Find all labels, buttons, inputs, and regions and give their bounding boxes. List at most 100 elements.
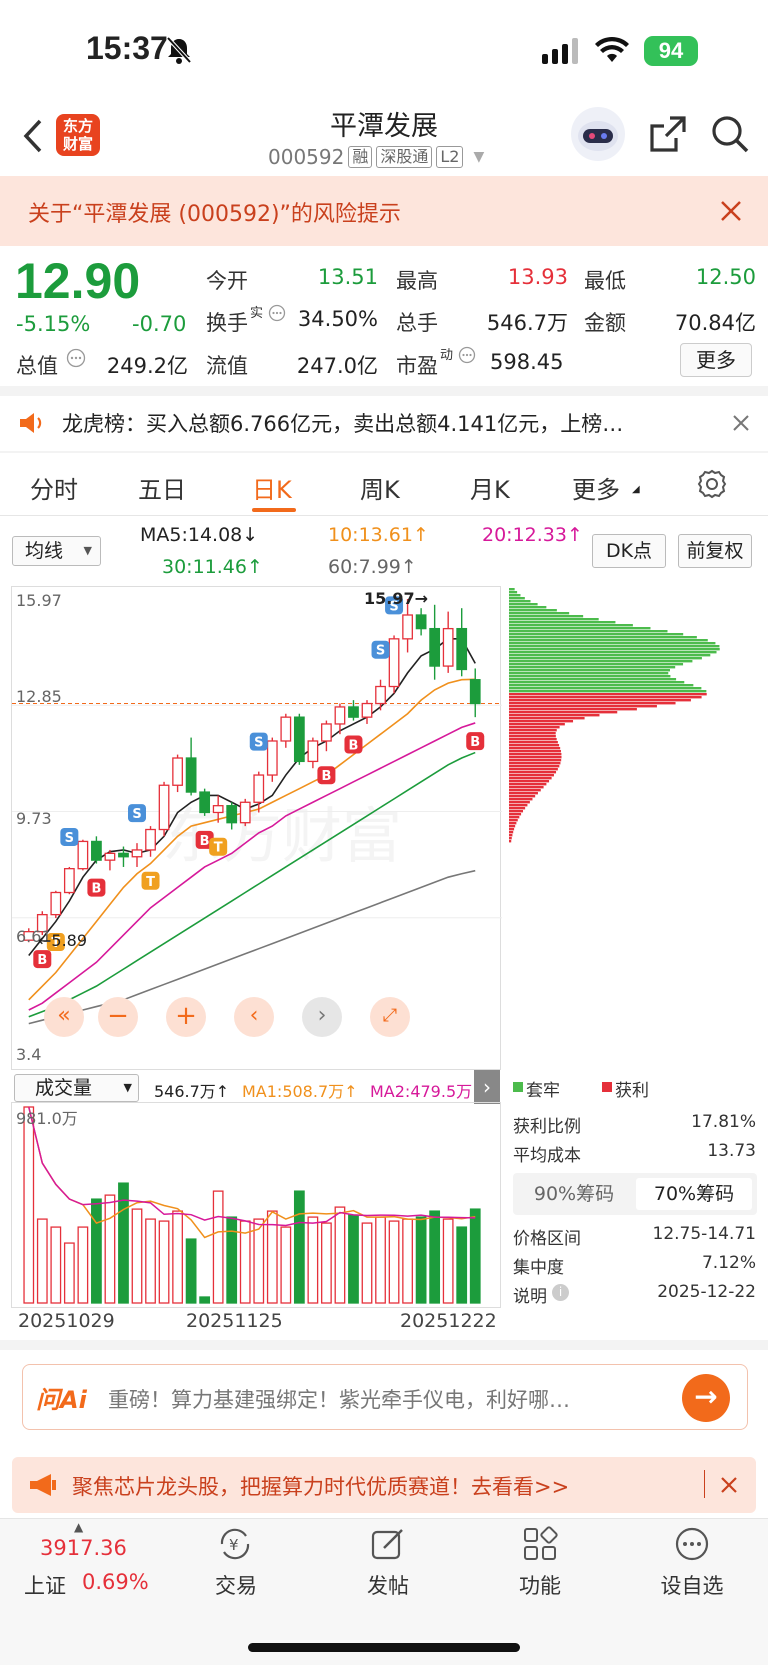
chip-bar xyxy=(509,645,720,648)
kline-chart[interactable]: 东方财富 BTSBSTBTSBBSSB 15.97 12.85 9.73 6.6… xyxy=(11,586,502,1070)
signal-letter: T xyxy=(214,841,223,856)
signal-marker-b: B xyxy=(344,735,363,754)
chip-bar xyxy=(509,600,531,603)
volume-indicator-select[interactable]: 成交量 ▼ xyxy=(14,1074,139,1102)
robot-avatar-icon[interactable] xyxy=(570,106,626,166)
nav-trade[interactable]: 交易 xyxy=(196,1570,276,1600)
zoom-in-icon[interactable]: + xyxy=(166,997,206,1037)
search-icon[interactable] xyxy=(710,114,750,158)
next-icon[interactable]: › xyxy=(302,997,342,1037)
chip-bar xyxy=(509,744,560,747)
tab-weekly-k[interactable]: 周K xyxy=(360,470,400,505)
volume-bar xyxy=(456,1226,468,1304)
signal-letter: S xyxy=(65,831,74,846)
close-icon[interactable] xyxy=(720,200,742,226)
dragon-tiger-text[interactable]: 龙虎榜：买入总额6.766亿元，卖出总额4.141亿元，上榜… xyxy=(62,408,623,438)
edit-post-icon[interactable] xyxy=(370,1526,406,1566)
avg-cost-label: 平均成本 xyxy=(513,1146,581,1166)
chip-bar xyxy=(509,708,637,711)
turnover-value: 34.50% xyxy=(297,307,378,331)
info-dots-icon[interactable] xyxy=(458,346,476,368)
nav-post[interactable]: 发帖 xyxy=(348,1570,428,1600)
signal-letter: S xyxy=(254,736,263,751)
chip-bar xyxy=(509,588,515,591)
zoom-out-icon[interactable]: − xyxy=(98,997,138,1037)
more-button[interactable]: 更多 xyxy=(680,343,752,377)
volume-bar xyxy=(172,1210,183,1304)
chip-bar xyxy=(509,798,533,801)
float-value: 247.0亿 xyxy=(296,354,378,378)
chip-bar xyxy=(509,687,702,690)
chip-tab-70[interactable]: 70%筹码 xyxy=(636,1178,752,1210)
volume-bar xyxy=(199,1296,211,1304)
info-dots-icon[interactable] xyxy=(66,348,86,372)
chip-bar xyxy=(509,621,616,624)
volume-bar xyxy=(402,1218,413,1304)
chip-bar xyxy=(509,804,528,807)
tab-daily-k[interactable]: 日K xyxy=(252,470,292,505)
svg-text:¥: ¥ xyxy=(229,1536,239,1554)
promo-text[interactable]: 聚焦芯片龙头股，把握算力时代优质赛道！去看看>> xyxy=(72,1471,569,1501)
chip-bar xyxy=(509,690,707,693)
scroll-start-icon[interactable]: « xyxy=(44,997,84,1037)
candle-body xyxy=(118,852,129,858)
close-icon[interactable] xyxy=(732,414,750,436)
max-price-marker: 15.97→ xyxy=(364,589,429,608)
more-dots-icon[interactable] xyxy=(674,1526,710,1566)
dk-point-button[interactable]: DK点 xyxy=(592,534,666,568)
index-value[interactable]: 3917.36 xyxy=(40,1536,127,1560)
adjust-button[interactable]: 前复权 xyxy=(678,534,752,568)
chip-bar xyxy=(509,636,697,639)
open-value: 13.51 xyxy=(317,265,378,289)
grid-function-icon[interactable] xyxy=(522,1526,558,1566)
prev-icon[interactable]: ‹ xyxy=(234,997,274,1037)
share-icon[interactable] xyxy=(648,114,688,158)
nav-function[interactable]: 功能 xyxy=(500,1570,580,1600)
volume-bar xyxy=(348,1214,359,1304)
chip-bar xyxy=(509,639,708,642)
nav-watchlist[interactable]: 设自选 xyxy=(652,1570,732,1600)
caret-icon: ◢ xyxy=(632,484,640,495)
chip-bar xyxy=(509,768,558,771)
high-label: 最高 xyxy=(396,269,438,293)
volume-bar xyxy=(415,1216,427,1304)
volume-ma2-label: MA2:479.5万 xyxy=(370,1082,473,1101)
signal-letter: B xyxy=(349,739,359,754)
tab-more[interactable]: 更多 xyxy=(572,470,620,505)
chip-bar xyxy=(509,783,547,786)
chip-bar xyxy=(509,609,557,612)
candle-body xyxy=(266,740,278,776)
profit-ratio-value: 17.81% xyxy=(691,1112,756,1132)
risk-banner-text[interactable]: 关于“平潭发展 (000592)”的风险提示 xyxy=(28,196,401,228)
chevron-down-icon[interactable]: ▼ xyxy=(473,149,484,165)
date-mid: 20251125 xyxy=(186,1310,283,1332)
close-icon[interactable] xyxy=(720,1476,738,1498)
index-change[interactable]: 0.69% xyxy=(82,1570,149,1594)
info-dots-icon[interactable] xyxy=(268,304,286,326)
tab-monthly-k[interactable]: 月K xyxy=(470,470,510,505)
indicator-select[interactable]: 均线 ▼ xyxy=(12,536,101,566)
price-axis-mid2: 9.73 xyxy=(16,809,52,828)
chip-bar xyxy=(509,693,707,696)
chip-bar xyxy=(509,594,521,597)
section-divider xyxy=(0,515,768,516)
tab-intraday[interactable]: 分时 xyxy=(30,470,78,505)
chip-tab-90[interactable]: 90%筹码 xyxy=(516,1178,632,1210)
signal-marker-b: B xyxy=(33,950,52,969)
chip-bar xyxy=(509,720,574,723)
expand-icon[interactable]: ⤢ xyxy=(370,997,410,1037)
chip-bar xyxy=(509,660,693,663)
avg-cost-value: 13.73 xyxy=(707,1141,756,1161)
volume-bar xyxy=(469,1208,481,1304)
candle-body xyxy=(334,706,346,725)
ai-search-text[interactable]: 重磅！算力基建强绑定！紫光牵手仪电，利好哪… xyxy=(108,1384,570,1414)
indicator-select-label: 均线 xyxy=(25,540,64,562)
gear-icon[interactable] xyxy=(696,468,728,504)
trade-icon[interactable]: ¥ xyxy=(216,1526,254,1566)
info-icon[interactable]: i xyxy=(552,1284,569,1301)
index-name[interactable]: 上证 xyxy=(24,1570,66,1600)
chevron-right-icon[interactable]: › xyxy=(474,1070,500,1104)
tab-five-day[interactable]: 五日 xyxy=(138,470,186,505)
arrow-right-icon[interactable]: → xyxy=(682,1374,730,1422)
legend-swatch-profit xyxy=(602,1082,612,1092)
